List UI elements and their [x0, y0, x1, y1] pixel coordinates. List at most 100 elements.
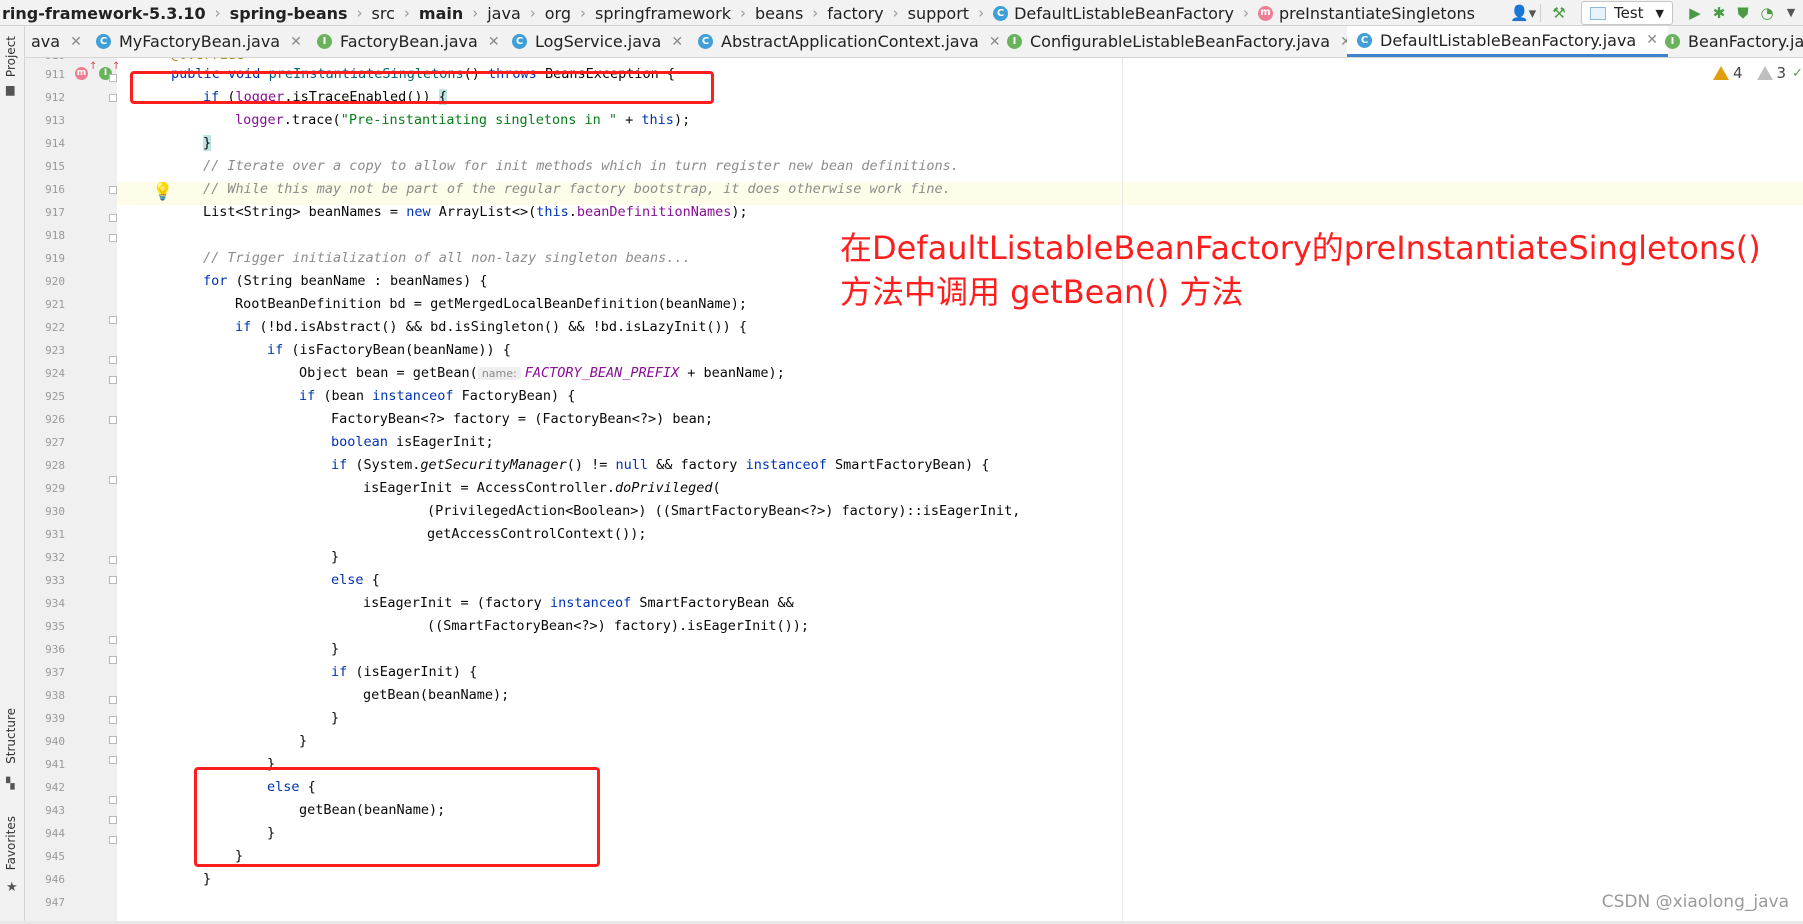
fold-marker[interactable]: [109, 736, 117, 744]
code-line: RootBeanDefinition bd = getMergedLocalBe…: [235, 296, 748, 312]
close-icon[interactable]: ✕: [70, 34, 82, 50]
line-number: 915: [45, 160, 65, 173]
warning-count: 4: [1733, 64, 1743, 82]
more-icon[interactable]: ▼: [1779, 1, 1803, 25]
arrow-up-icon: ↑: [112, 61, 121, 72]
fold-marker[interactable]: [109, 214, 117, 222]
line-number: 913: [45, 114, 65, 127]
fold-marker[interactable]: [109, 186, 117, 194]
watermark: CSDN @xiaolong_java: [1601, 892, 1789, 912]
code-line: if (!bd.isAbstract() && bd.isSingleton()…: [235, 319, 748, 335]
weak-warning-count: 3: [1776, 64, 1787, 82]
debug-icon[interactable]: ✱: [1707, 1, 1731, 25]
breadcrumb-item-label: preInstantiateSingletons: [1278, 3, 1475, 23]
breadcrumb-item-label: DefaultListableBeanFactory: [1014, 3, 1234, 23]
fold-marker[interactable]: [109, 416, 117, 424]
fold-marker[interactable]: [109, 796, 117, 804]
code-line: getAccessControlContext());: [427, 526, 647, 542]
close-icon[interactable]: ✕: [488, 34, 500, 50]
configuration-icon: [1589, 6, 1606, 20]
fold-marker[interactable]: [109, 576, 117, 584]
tab-configurablelistablebeanfactory[interactable]: I ConfigurableListableBeanFactory.java ✕: [1007, 26, 1352, 57]
run-icon[interactable]: ▶: [1683, 1, 1707, 25]
code-line: boolean isEagerInit;: [331, 434, 494, 450]
left-tool-strip: Project ▆ Structure ▚ Favorites ★: [0, 26, 25, 924]
coverage-icon[interactable]: ⛊: [1731, 1, 1755, 25]
breadcrumb-item[interactable]: ring-framework-5.3.10: [0, 4, 208, 23]
fold-marker[interactable]: [109, 234, 117, 242]
fold-marker[interactable]: [109, 756, 117, 764]
star-icon[interactable]: ★: [6, 881, 19, 894]
tab-partial[interactable]: ava ✕: [31, 26, 82, 57]
close-icon[interactable]: ✕: [671, 34, 683, 50]
method-icon: m: [1257, 5, 1273, 21]
run-configuration-select[interactable]: Test ▼: [1580, 1, 1673, 25]
code-line: ((SmartFactoryBean<?>) factory).isEagerI…: [427, 618, 810, 634]
fold-marker[interactable]: [109, 816, 117, 824]
tab-label: LogService.java: [535, 32, 662, 51]
breadcrumb-item[interactable]: beans: [753, 4, 805, 23]
line-number: 912: [45, 91, 65, 104]
annotation-text: 在DefaultListableBeanFactory的preInstantia…: [840, 226, 1780, 314]
fold-marker[interactable]: [109, 836, 117, 844]
line-number: 942: [45, 781, 65, 794]
project-tool-button[interactable]: Project: [4, 36, 18, 77]
breadcrumb-item[interactable]: factory: [825, 4, 885, 23]
run-configuration-label: Test: [1613, 4, 1644, 22]
code-line: else {: [331, 572, 380, 588]
breadcrumb-item[interactable]: java: [485, 4, 523, 23]
line-number: 933: [45, 574, 65, 587]
fold-marker[interactable]: [109, 716, 117, 724]
close-icon[interactable]: ✕: [989, 34, 1001, 50]
tab-abstractapplicationcontext[interactable]: C AbstractApplicationContext.java ✕: [698, 26, 1001, 57]
breadcrumb-item[interactable]: support: [906, 4, 971, 23]
tab-label: FactoryBean.java: [340, 32, 478, 51]
overrides-method-icon[interactable]: m: [75, 67, 88, 80]
lightbulb-icon[interactable]: 💡: [152, 182, 173, 202]
structure-tool-button[interactable]: Structure: [4, 708, 18, 764]
fold-marker[interactable]: [109, 376, 117, 384]
profile-icon[interactable]: ◔: [1755, 1, 1779, 25]
favorites-tool-button[interactable]: Favorites: [4, 816, 18, 870]
tab-beanfactory[interactable]: I BeanFactory.ja: [1665, 26, 1803, 57]
main-toolbar: 👤▾ ⚒ Test ▼ ▶ ✱ ⛊ ◔ ▼: [1510, 0, 1803, 25]
line-number: 936: [45, 643, 65, 656]
structure-icon[interactable]: ▚: [6, 778, 19, 789]
folder-icon[interactable]: ▆: [6, 84, 19, 95]
fold-marker[interactable]: [109, 356, 117, 364]
user-icon[interactable]: 👤▾: [1510, 1, 1536, 25]
fold-marker[interactable]: [109, 636, 117, 644]
hammer-icon[interactable]: ⚒: [1547, 1, 1571, 25]
chevron-right-icon: ›: [214, 4, 221, 22]
chevron-right-icon: ›: [472, 4, 479, 22]
code-line: }: [299, 733, 308, 749]
breadcrumb-item-class[interactable]: C DefaultListableBeanFactory: [991, 4, 1236, 23]
breadcrumb-item[interactable]: main: [417, 4, 465, 23]
fold-marker[interactable]: [109, 74, 117, 82]
breadcrumb-item[interactable]: org: [543, 4, 573, 23]
code-comment: // While this may not be part of the reg…: [203, 181, 951, 197]
interface-icon: I: [1007, 34, 1022, 49]
breadcrumb-item-method[interactable]: m preInstantiateSingletons: [1256, 4, 1477, 23]
tab-defaultlistablebeanfactory[interactable]: C DefaultListableBeanFactory.java ✕: [1347, 26, 1668, 57]
fold-marker[interactable]: [109, 556, 117, 564]
close-icon[interactable]: ✕: [290, 34, 302, 50]
inspection-widget[interactable]: 4 3 ✓: [1713, 64, 1803, 82]
code-line: }: [331, 549, 340, 565]
tab-myfactorybean[interactable]: C MyFactoryBean.java ✕: [96, 26, 302, 57]
code-line: getBean(beanName);: [363, 687, 510, 703]
line-number: 911: [45, 68, 65, 81]
line-number: 943: [45, 804, 65, 817]
line-number: 937: [45, 666, 65, 679]
close-icon[interactable]: ✕: [1646, 32, 1658, 48]
fold-marker[interactable]: [109, 476, 117, 484]
tab-logservice[interactable]: C LogService.java ✕: [512, 26, 683, 57]
fold-marker[interactable]: [109, 656, 117, 664]
fold-marker[interactable]: [109, 696, 117, 704]
fold-marker[interactable]: [109, 316, 117, 324]
fold-marker[interactable]: [109, 94, 117, 102]
breadcrumb-item[interactable]: springframework: [593, 4, 733, 23]
breadcrumb-item[interactable]: src: [370, 4, 397, 23]
tab-factorybean[interactable]: I FactoryBean.java ✕: [317, 26, 500, 57]
breadcrumb-item[interactable]: spring-beans: [228, 4, 350, 23]
